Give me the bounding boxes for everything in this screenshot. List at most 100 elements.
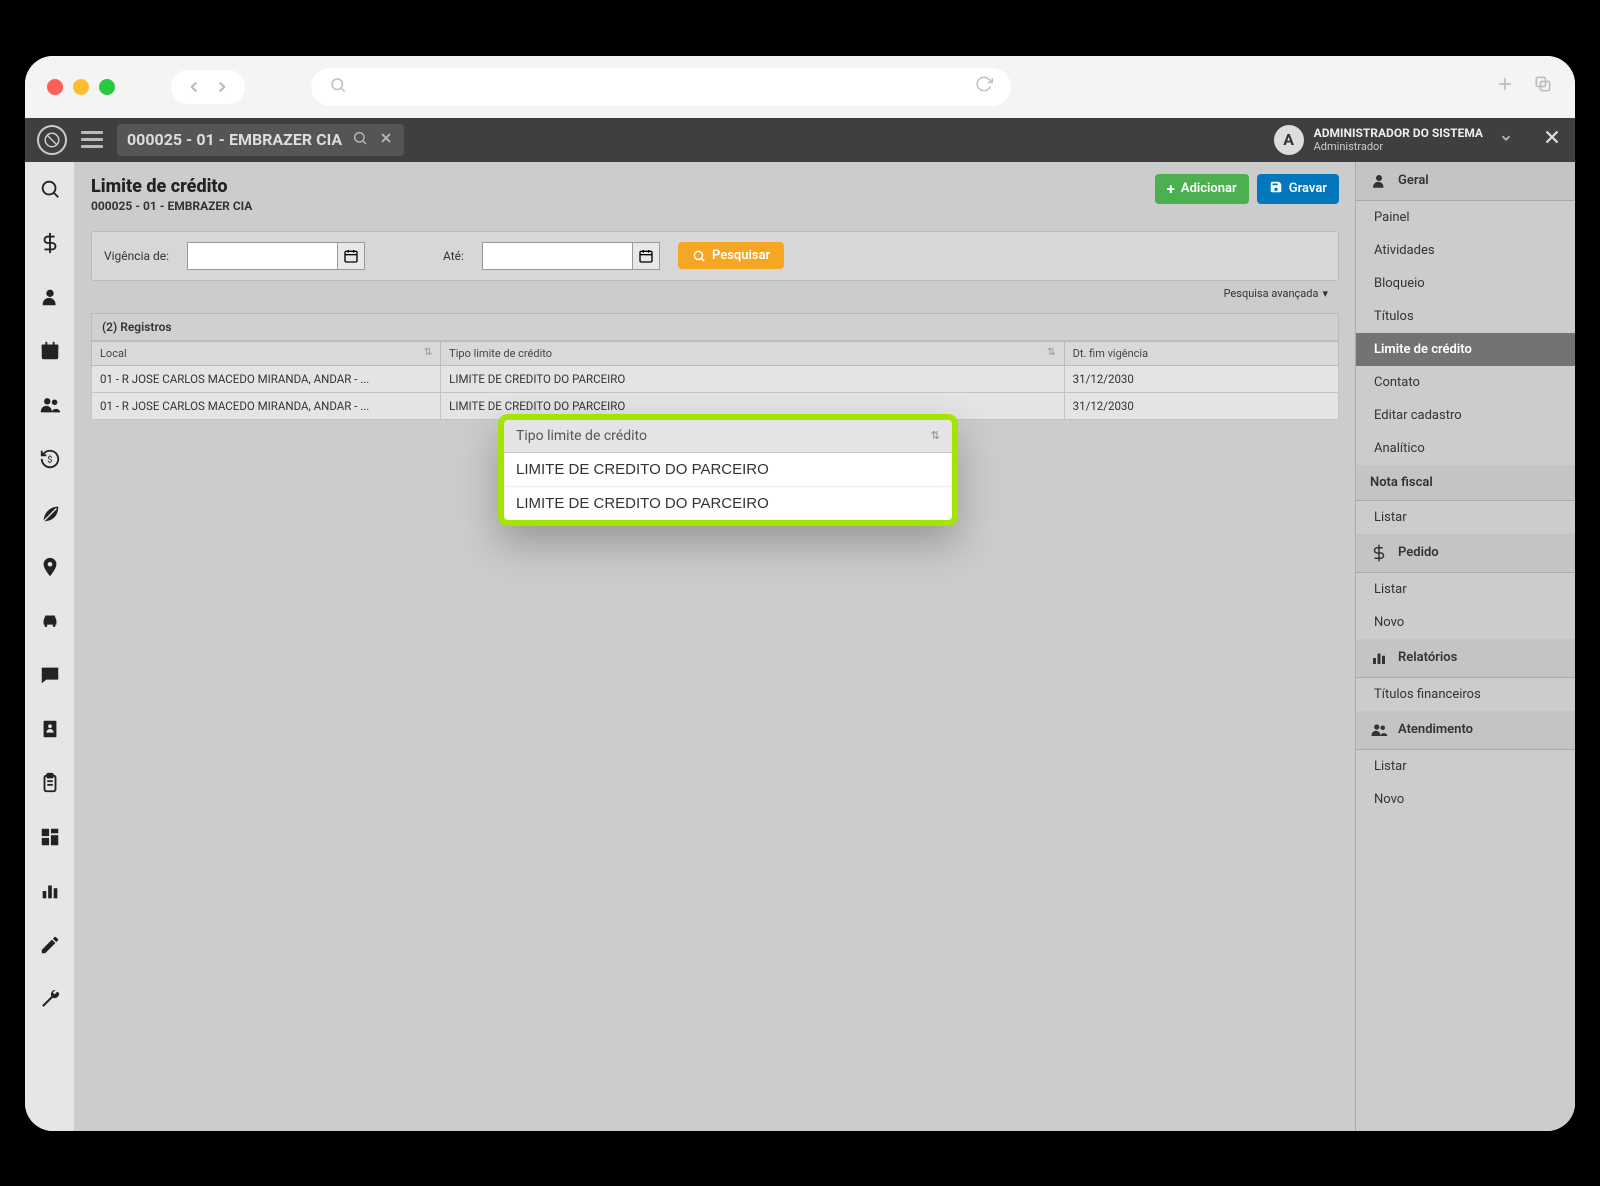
new-tab-icon[interactable] — [1495, 74, 1515, 100]
cell-fim: 31/12/2030 — [1064, 392, 1338, 419]
rail-chart-icon[interactable] — [30, 874, 70, 908]
app: 000025 - 01 - EMBRAZER CIA A ADMINISTRAD… — [25, 118, 1575, 1131]
chrome-right — [1495, 74, 1553, 100]
reload-icon[interactable] — [975, 75, 993, 98]
svg-text:$: $ — [47, 454, 52, 465]
rail-person-icon[interactable] — [30, 280, 70, 314]
rail-people-icon[interactable] — [30, 388, 70, 422]
advanced-search-label: Pesquisa avançada — [1224, 287, 1319, 300]
breadcrumb-text: 000025 - 01 - EMBRAZER CIA — [127, 130, 342, 149]
plus-icon: + — [1167, 180, 1175, 198]
table-wrap: (2) Registros Local⇅ Tipo limite de créd… — [91, 313, 1339, 420]
browser-window: 000025 - 01 - EMBRAZER CIA A ADMINISTRAD… — [25, 56, 1575, 1131]
section-relatorios[interactable]: Relatórios — [1356, 639, 1575, 678]
date-to-field[interactable] — [482, 242, 632, 270]
content: + Adicionar Gravar Limite de crédito 000… — [75, 162, 1355, 1131]
traffic-lights — [47, 79, 115, 95]
sidebar-item-pedido-listar[interactable]: Listar — [1356, 573, 1575, 606]
sidebar-item-rel-titulos[interactable]: Títulos financeiros — [1356, 678, 1575, 711]
sidebar-item-atividades[interactable]: Atividades — [1356, 234, 1575, 267]
sidebar-item-contato[interactable]: Contato — [1356, 366, 1575, 399]
rail-location-icon[interactable] — [30, 550, 70, 584]
sidebar-item-nf-listar[interactable]: Listar — [1356, 501, 1575, 534]
sidebar-item-analitico[interactable]: Analítico — [1356, 432, 1575, 465]
search-label: Pesquisar — [712, 248, 770, 263]
add-button[interactable]: + Adicionar — [1155, 174, 1249, 204]
forward-button[interactable] — [211, 76, 233, 98]
sidebar-item-titulos[interactable]: Títulos — [1356, 300, 1575, 333]
section-pedido-label: Pedido — [1398, 545, 1439, 560]
user-name: ADMINISTRADOR DO SISTEMA — [1314, 126, 1483, 140]
table-row[interactable]: 01 - R JOSE CARLOS MACEDO MIRANDA, ANDAR… — [92, 365, 1339, 392]
app-logo[interactable] — [37, 125, 67, 155]
breadcrumb-close-icon[interactable] — [378, 130, 394, 150]
window-maximize-button[interactable] — [99, 79, 115, 95]
section-geral[interactable]: Geral — [1356, 162, 1575, 201]
sidebar-item-at-novo[interactable]: Novo — [1356, 783, 1575, 816]
filter-to-label: Até: — [443, 249, 464, 263]
sidebar-item-at-listar[interactable]: Listar — [1356, 750, 1575, 783]
rail-edit-icon[interactable] — [30, 928, 70, 962]
filter-row: Vigência de: Até: — [91, 231, 1339, 281]
app-close-icon[interactable] — [1541, 126, 1563, 154]
cell-tipo: LIMITE DE CREDITO DO PARCEIRO — [441, 365, 1065, 392]
sidebar-item-editar-cadastro[interactable]: Editar cadastro — [1356, 399, 1575, 432]
rail-grid-icon[interactable] — [30, 820, 70, 854]
date-to-input — [482, 242, 660, 270]
save-label: Gravar — [1289, 181, 1327, 196]
highlight-row[interactable]: LIMITE DE CREDITO DO PARCEIRO — [504, 487, 952, 520]
sort-icon: ⇅ — [931, 429, 940, 442]
date-from-field[interactable] — [187, 242, 337, 270]
col-local[interactable]: Local⇅ — [92, 341, 441, 365]
calendar-icon[interactable] — [337, 242, 365, 270]
save-icon — [1269, 180, 1283, 198]
menu-toggle[interactable] — [81, 131, 103, 148]
sidebar-item-bloqueio[interactable]: Bloqueio — [1356, 267, 1575, 300]
window-minimize-button[interactable] — [73, 79, 89, 95]
search-icon — [329, 76, 347, 98]
copy-window-icon[interactable] — [1533, 74, 1553, 100]
breadcrumb-search-icon[interactable] — [352, 130, 368, 150]
workspace: $ + Adicionar — [25, 162, 1575, 1131]
section-atendimento[interactable]: Atendimento — [1356, 711, 1575, 750]
cell-local: 01 - R JOSE CARLOS MACEDO MIRANDA, ANDAR… — [92, 392, 441, 419]
window-close-button[interactable] — [47, 79, 63, 95]
date-from-input — [187, 242, 365, 270]
rail-dollar-icon[interactable] — [30, 226, 70, 260]
highlight-popup: Tipo limite de crédito ⇅ LIMITE DE CREDI… — [498, 414, 958, 526]
url-bar[interactable] — [311, 68, 1011, 106]
left-rail: $ — [25, 162, 75, 1131]
sidebar-item-limite-credito[interactable]: Limite de crédito — [1356, 333, 1575, 366]
rail-calendar-icon[interactable] — [30, 334, 70, 368]
section-rel-label: Relatórios — [1398, 650, 1457, 665]
sidebar-item-painel[interactable]: Painel — [1356, 201, 1575, 234]
highlight-header[interactable]: Tipo limite de crédito ⇅ — [504, 420, 952, 453]
save-button[interactable]: Gravar — [1257, 174, 1339, 204]
rail-clipboard-icon[interactable] — [30, 766, 70, 800]
page-actions: + Adicionar Gravar — [1155, 174, 1339, 204]
search-button[interactable]: Pesquisar — [678, 242, 784, 269]
rail-search-icon[interactable] — [30, 172, 70, 206]
rail-car-icon[interactable] — [30, 604, 70, 638]
back-button[interactable] — [183, 76, 205, 98]
sidebar-item-pedido-novo[interactable]: Novo — [1356, 606, 1575, 639]
calendar-icon[interactable] — [632, 242, 660, 270]
user-block[interactable]: A ADMINISTRADOR DO SISTEMA Administrador — [1274, 125, 1513, 155]
highlight-row[interactable]: LIMITE DE CREDITO DO PARCEIRO — [504, 453, 952, 487]
chevron-down-icon — [1499, 131, 1513, 149]
rail-refund-icon[interactable]: $ — [30, 442, 70, 476]
sort-icon: ⇅ — [1047, 347, 1055, 358]
section-pedido[interactable]: Pedido — [1356, 534, 1575, 573]
col-fim[interactable]: Dt. fim vigência — [1064, 341, 1338, 365]
page-title: Limite de crédito — [91, 176, 1339, 197]
section-nf-label: Nota fiscal — [1370, 475, 1433, 490]
rail-wrench-icon[interactable] — [30, 982, 70, 1016]
highlight-header-label: Tipo limite de crédito — [516, 428, 647, 444]
col-tipo[interactable]: Tipo limite de crédito⇅ — [441, 341, 1065, 365]
rail-message-icon[interactable] — [30, 658, 70, 692]
rail-leaf-icon[interactable] — [30, 496, 70, 530]
rail-contacts-icon[interactable] — [30, 712, 70, 746]
user-role: Administrador — [1314, 140, 1483, 153]
section-nota-fiscal[interactable]: Nota fiscal — [1356, 465, 1575, 501]
advanced-search-link[interactable]: Pesquisa avançada ▾ — [1224, 287, 1328, 300]
